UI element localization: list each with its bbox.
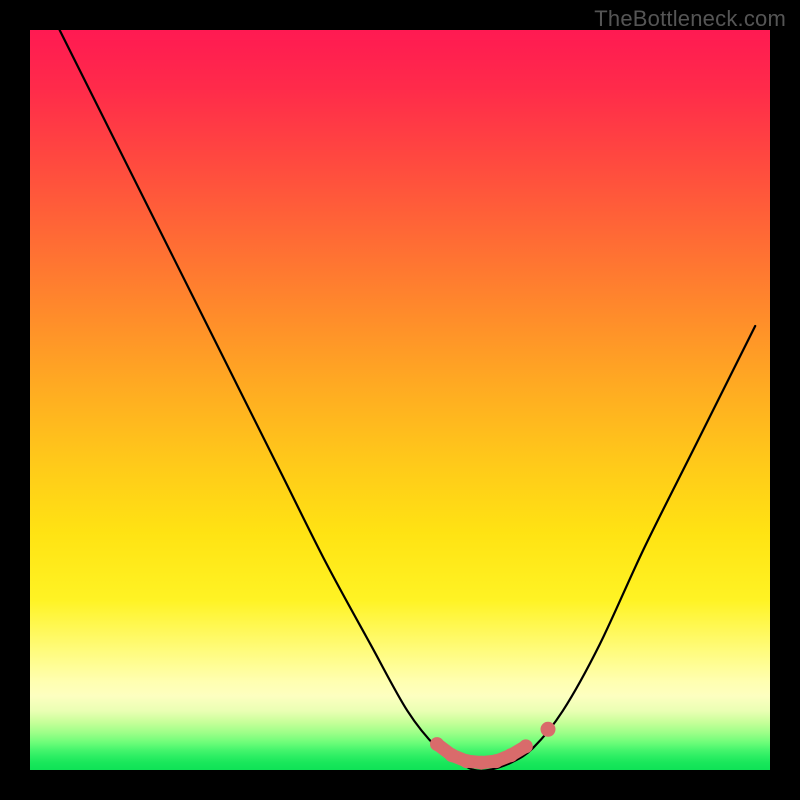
curve-marker: [445, 748, 459, 762]
curve-marker: [460, 754, 474, 768]
plot-area: [30, 30, 770, 770]
curve-marker: [541, 722, 556, 737]
chart-frame: TheBottleneck.com: [0, 0, 800, 800]
curve-marker: [519, 739, 533, 753]
curve-marker: [489, 754, 503, 768]
bottleneck-curve-path: [60, 30, 756, 771]
curve-marker: [430, 737, 444, 751]
bottleneck-chart: [30, 30, 770, 770]
watermark-text: TheBottleneck.com: [594, 6, 786, 32]
curve-marker: [504, 748, 518, 762]
curve-marker: [474, 756, 488, 770]
